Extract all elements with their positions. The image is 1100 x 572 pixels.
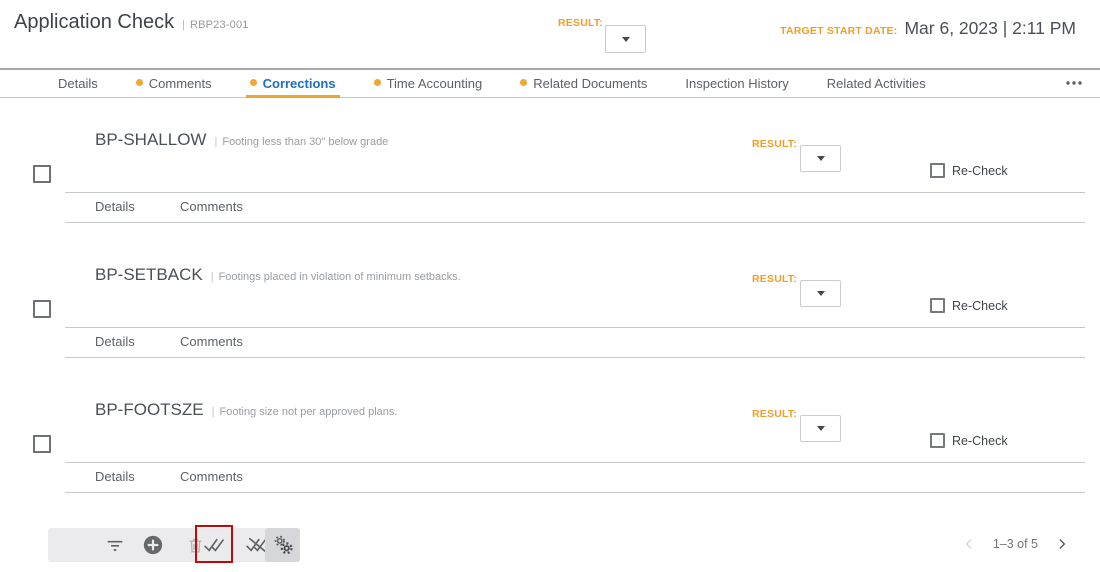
subtab-comments[interactable]: Comments bbox=[180, 334, 243, 349]
chevron-down-icon bbox=[816, 156, 825, 161]
tab-label: Details bbox=[58, 76, 98, 91]
subtab-details[interactable]: Details bbox=[95, 334, 135, 349]
tab-label: Time Accounting bbox=[386, 76, 483, 91]
settings-gears-icon bbox=[272, 534, 294, 556]
title-separator: | bbox=[211, 406, 215, 418]
title-separator: | bbox=[214, 136, 218, 148]
application-check-page: Application Check | RBP23-001 RESULT: TA… bbox=[0, 0, 1100, 572]
status-dot-icon bbox=[249, 79, 257, 86]
tab-time-accounting[interactable]: Time Accounting bbox=[373, 70, 483, 97]
tab-details[interactable]: Details bbox=[58, 70, 98, 97]
tab-related-documents[interactable]: Related Documents bbox=[520, 70, 647, 97]
target-start-value: Mar 6, 2023 | 2:11 PM bbox=[904, 18, 1076, 38]
more-horizontal-icon[interactable] bbox=[1062, 74, 1086, 92]
target-start-label: TARGET START DATE: bbox=[780, 25, 898, 37]
filter-button[interactable] bbox=[100, 528, 130, 562]
tab-inspection-history[interactable]: Inspection History bbox=[685, 70, 788, 97]
approve-all-icon bbox=[202, 536, 228, 554]
correction-title-line: BP-FOOTSZE | Footing size not per approv… bbox=[95, 400, 397, 420]
status-dot-icon bbox=[520, 79, 528, 86]
correction-description: Footing size not per approved plans. bbox=[219, 406, 398, 418]
status-dot-icon bbox=[135, 79, 143, 86]
status-dot-icon bbox=[373, 79, 381, 86]
page-title: Application Check bbox=[14, 11, 175, 33]
tab-label: Corrections bbox=[262, 76, 336, 91]
divider bbox=[65, 492, 1085, 493]
result-dropdown[interactable] bbox=[800, 415, 841, 442]
recheck-control[interactable]: Re-Check bbox=[930, 298, 1008, 313]
result-dropdown[interactable] bbox=[800, 280, 841, 307]
title-separator: | bbox=[182, 19, 185, 31]
divider bbox=[65, 222, 1085, 223]
target-start-wrap: TARGET START DATE: Mar 6, 2023 | 2:11 PM bbox=[780, 18, 1076, 39]
correction-description: Footing less than 30" below grade bbox=[222, 136, 389, 148]
tab-label: Inspection History bbox=[685, 76, 789, 91]
correction-description: Footings placed in violation of minimum … bbox=[218, 271, 461, 283]
record-id: RBP23-001 bbox=[189, 19, 249, 31]
list-toolbar bbox=[48, 525, 300, 563]
correction-code: BP-SETBACK bbox=[95, 265, 203, 284]
recheck-label: Re-Check bbox=[952, 298, 1008, 313]
tab-corrections[interactable]: Corrections bbox=[245, 70, 340, 98]
tab-bar: Details Comments Corrections Time Accoun… bbox=[0, 68, 1100, 98]
divider bbox=[65, 462, 1085, 463]
recheck-checkbox[interactable] bbox=[930, 433, 945, 448]
header-result-label: RESULT: bbox=[558, 17, 603, 29]
header-result-dropdown[interactable] bbox=[605, 25, 646, 53]
approve-all-button[interactable] bbox=[198, 528, 232, 562]
correction-row: BP-SHALLOW | Footing less than 30" below… bbox=[0, 110, 1100, 245]
divider bbox=[65, 327, 1085, 328]
result-label: RESULT: bbox=[752, 273, 797, 285]
correction-code: BP-SHALLOW bbox=[95, 130, 207, 149]
pagination-range: 1–3 of 5 bbox=[992, 537, 1038, 551]
tab-comments[interactable]: Comments bbox=[135, 70, 212, 97]
correction-title-line: BP-SHALLOW | Footing less than 30" below… bbox=[95, 130, 388, 150]
correction-code: BP-FOOTSZE bbox=[95, 400, 204, 419]
result-label: RESULT: bbox=[752, 408, 797, 420]
subtab-details[interactable]: Details bbox=[95, 199, 135, 214]
divider bbox=[65, 357, 1085, 358]
result-dropdown[interactable] bbox=[800, 145, 841, 172]
add-icon bbox=[142, 534, 164, 556]
title-separator: | bbox=[210, 271, 214, 283]
tab-label: Related Documents bbox=[533, 76, 648, 91]
recheck-checkbox[interactable] bbox=[930, 163, 945, 178]
page-header: Application Check | RBP23-001 RESULT: TA… bbox=[0, 0, 1100, 68]
subtab-comments[interactable]: Comments bbox=[180, 469, 243, 484]
result-label: RESULT: bbox=[752, 138, 797, 150]
row-select-checkbox[interactable] bbox=[33, 435, 51, 453]
chevron-down-icon bbox=[816, 426, 825, 431]
tab-label: Comments bbox=[148, 76, 212, 91]
recheck-label: Re-Check bbox=[952, 163, 1008, 178]
recheck-checkbox[interactable] bbox=[930, 298, 945, 313]
add-button[interactable] bbox=[138, 528, 168, 562]
filter-icon bbox=[105, 535, 125, 555]
settings-button[interactable] bbox=[265, 528, 300, 562]
pagination: 1–3 of 5 bbox=[959, 533, 1072, 555]
row-select-checkbox[interactable] bbox=[33, 300, 51, 318]
tab-related-activities[interactable]: Related Activities bbox=[827, 70, 926, 97]
recheck-control[interactable]: Re-Check bbox=[930, 163, 1008, 178]
correction-title-line: BP-SETBACK | Footings placed in violatio… bbox=[95, 265, 461, 285]
correction-row: BP-SETBACK | Footings placed in violatio… bbox=[0, 245, 1100, 380]
recheck-control[interactable]: Re-Check bbox=[930, 433, 1008, 448]
chevron-right-icon[interactable] bbox=[1052, 533, 1072, 555]
chevron-left-icon bbox=[959, 533, 979, 555]
tab-label: Related Activities bbox=[826, 76, 926, 91]
recheck-label: Re-Check bbox=[952, 433, 1008, 448]
chevron-down-icon bbox=[816, 291, 825, 296]
divider bbox=[65, 192, 1085, 193]
correction-row: BP-FOOTSZE | Footing size not per approv… bbox=[0, 380, 1100, 515]
row-select-checkbox[interactable] bbox=[33, 165, 51, 183]
subtab-details[interactable]: Details bbox=[95, 469, 135, 484]
title-wrap: Application Check | RBP23-001 bbox=[14, 11, 249, 34]
subtab-comments[interactable]: Comments bbox=[180, 199, 243, 214]
chevron-down-icon bbox=[621, 36, 630, 42]
